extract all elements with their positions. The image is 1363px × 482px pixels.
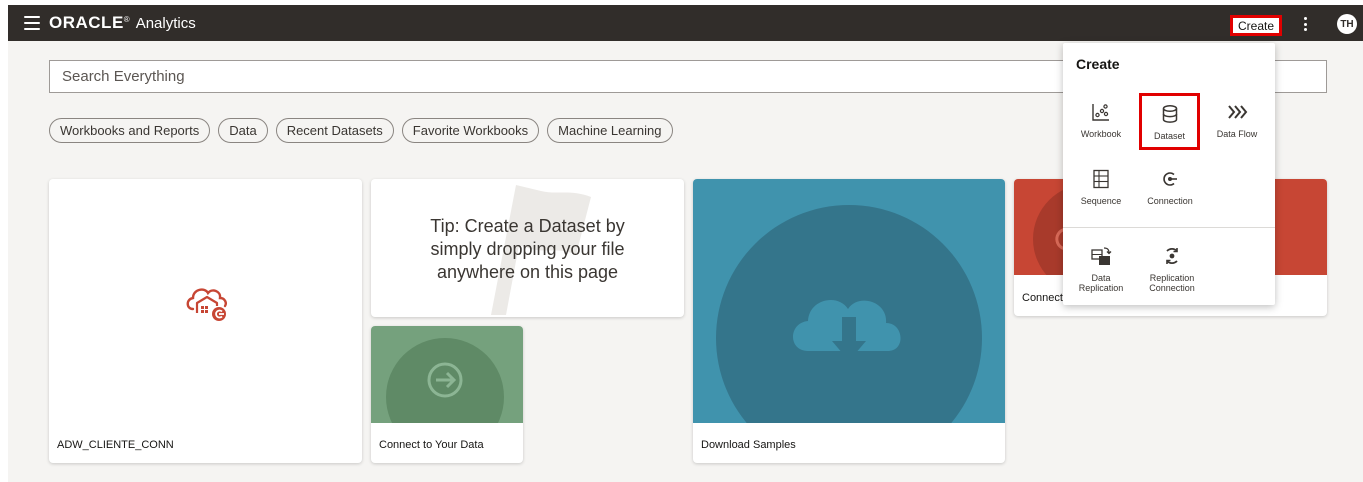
more-options-icon[interactable]	[1302, 17, 1308, 31]
oracle-analytics-logo[interactable]: ORACLE ® Analytics	[49, 13, 196, 33]
brand-product: Analytics	[135, 14, 196, 32]
brand-registered: ®	[123, 14, 130, 24]
chip-favorite-workbooks[interactable]: Favorite Workbooks	[401, 118, 540, 143]
connection-icon	[1159, 168, 1181, 190]
user-avatar[interactable]: TH	[1337, 14, 1357, 34]
chip-recent-datasets[interactable]: Recent Datasets	[275, 118, 394, 143]
brand-oracle: ORACLE	[49, 13, 124, 32]
database-icon	[1159, 103, 1181, 125]
create-menu-divider	[1063, 227, 1275, 228]
card-red-label: Connect	[1022, 292, 1063, 304]
create-data-replication[interactable]: Data Replication	[1073, 245, 1129, 293]
data-replication-icon	[1090, 245, 1112, 267]
card-download-label: Download Samples	[701, 439, 796, 451]
create-replication-connection-label: Replication Connection	[1149, 273, 1195, 293]
card-adw-label: ADW_CLIENTE_CONN	[57, 439, 174, 451]
hamburger-menu-icon[interactable]	[24, 16, 40, 30]
chip-machine-learning[interactable]: Machine Learning	[547, 118, 673, 143]
cloud-download-icon	[716, 205, 982, 423]
replication-connection-icon	[1161, 245, 1183, 267]
card-adw-connection[interactable]: ADW_CLIENTE_CONN	[49, 179, 362, 463]
card-connect-label: Connect to Your Data	[379, 439, 484, 451]
cloud-warehouse-connection-icon	[186, 288, 227, 321]
create-data-flow-label: Data Flow	[1216, 129, 1258, 139]
chip-workbooks-and-reports[interactable]: Workbooks and Reports	[49, 118, 211, 143]
create-workbook-label: Workbook	[1080, 129, 1122, 139]
create-dataset[interactable]: Dataset	[1139, 93, 1200, 150]
create-menu-popup: Create Workbook Dataset Data Flow Sequen…	[1063, 43, 1275, 305]
create-connection[interactable]: Connection	[1142, 168, 1198, 206]
create-replication-connection[interactable]: Replication Connection	[1142, 245, 1202, 293]
create-connection-label: Connection	[1147, 196, 1193, 206]
create-dataset-label: Dataset	[1153, 130, 1186, 141]
create-menu-title: Create	[1076, 56, 1120, 72]
create-workbook[interactable]: Workbook	[1073, 101, 1129, 139]
create-sequence[interactable]: Sequence	[1073, 168, 1129, 206]
create-button[interactable]: Create	[1230, 15, 1282, 36]
top-bar: ORACLE ® Analytics Create TH	[8, 5, 1363, 41]
create-sequence-label: Sequence	[1080, 196, 1122, 206]
create-data-flow[interactable]: Data Flow	[1209, 101, 1265, 139]
card-connect-banner	[371, 326, 523, 423]
card-tip: Tip: Create a Dataset by simply dropping…	[371, 179, 684, 317]
create-data-replication-label: Data Replication	[1078, 273, 1124, 293]
tip-text: Tip: Create a Dataset by simply dropping…	[430, 216, 625, 282]
card-download-banner	[693, 179, 1005, 423]
card-connect-to-your-data[interactable]: Connect to Your Data	[371, 326, 523, 463]
data-flow-icon	[1226, 101, 1248, 123]
filter-chips: Workbooks and Reports Data Recent Datase…	[49, 118, 673, 143]
chip-data[interactable]: Data	[218, 118, 268, 143]
workbook-icon	[1090, 101, 1112, 123]
sequence-icon	[1090, 168, 1112, 190]
arrow-right-circle-icon	[386, 338, 504, 423]
card-download-samples[interactable]: Download Samples	[693, 179, 1005, 463]
